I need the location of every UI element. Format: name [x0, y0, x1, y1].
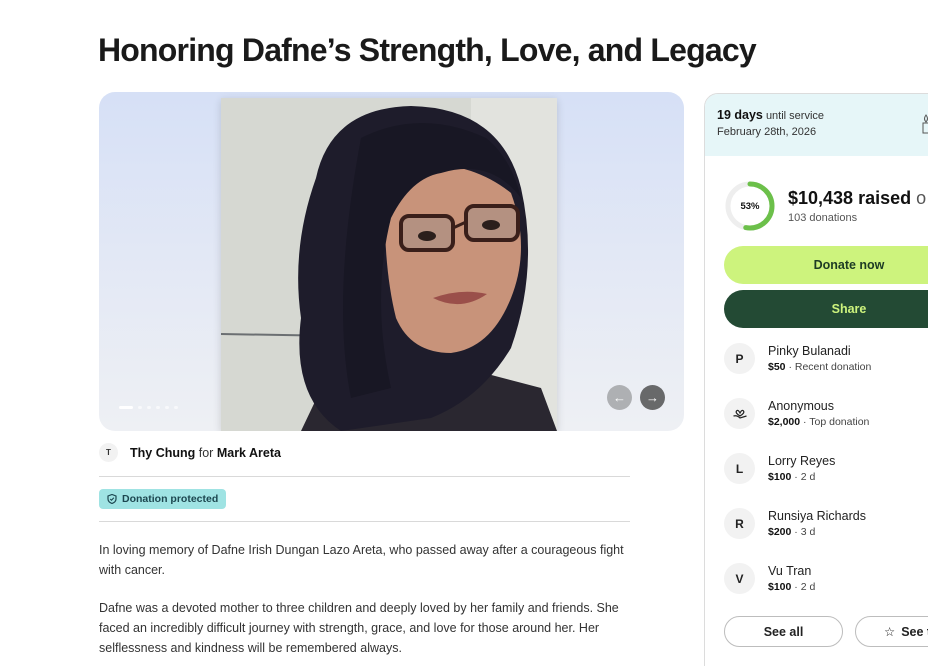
donor-amount: $100: [768, 581, 792, 593]
organizer-avatar[interactable]: T: [99, 443, 118, 462]
progress-ring: 53%: [724, 180, 776, 232]
story-text: In loving memory of Dafne Irish Dungan L…: [99, 540, 639, 666]
candle-icon: [922, 114, 928, 134]
donor-amount: $50: [768, 361, 786, 373]
donation-panel: 19 days until service February 28th, 202…: [704, 93, 928, 666]
story-paragraph: Dafne was a devoted mother to three chil…: [99, 601, 619, 655]
donor-item: P Pinky Bulanadi $50 · Recent donation: [724, 343, 871, 374]
donor-avatar: R: [724, 508, 755, 539]
donor-name: Pinky Bulanadi: [768, 344, 851, 358]
shield-icon: [107, 494, 117, 504]
divider: [99, 521, 630, 522]
see-top-button[interactable]: ☆ See t: [855, 616, 928, 647]
carousel-dot[interactable]: [147, 406, 151, 409]
heart-hand-icon: [732, 409, 747, 419]
arrow-right-icon: →: [646, 390, 659, 405]
carousel-next-button[interactable]: →: [640, 385, 665, 410]
photo-carousel[interactable]: ← →: [99, 92, 684, 431]
arrow-left-icon: ←: [613, 390, 626, 405]
service-days: 19 days: [717, 108, 763, 122]
donate-now-button[interactable]: Donate now: [724, 246, 928, 284]
carousel-prev-button[interactable]: ←: [607, 385, 632, 410]
badge-label: Donation protected: [122, 493, 219, 505]
donor-detail: · 3 d: [791, 526, 816, 538]
amount-raised: $10,438 raised o: [788, 188, 926, 209]
donations-count: 103 donations: [788, 212, 858, 224]
carousel-dot[interactable]: [156, 406, 160, 409]
carousel-dot[interactable]: [174, 406, 178, 409]
story-paragraph: In loving memory of Dafne Irish Dungan L…: [99, 543, 624, 577]
donation-protected-badge[interactable]: Donation protected: [99, 489, 227, 509]
donor-item: L Lorry Reyes $100 · 2 d: [724, 453, 835, 484]
raised-suffix: o: [916, 188, 927, 208]
star-icon: ☆: [884, 625, 896, 639]
donor-name: Lorry Reyes: [768, 454, 836, 468]
donor-item: Anonymous $2,000 · Top donation: [724, 398, 869, 429]
raised-value: $10,438 raised: [788, 188, 912, 208]
beneficiary-name[interactable]: Mark Areta: [217, 446, 281, 460]
service-countdown: 19 days until service February 28th, 202…: [705, 94, 928, 156]
progress-summary: 53% $10,438 raised o 103 donations: [724, 180, 926, 232]
organizer-line: T Thy Chung for Mark Areta: [99, 443, 281, 462]
carousel-dot[interactable]: [138, 406, 142, 409]
donor-amount: $200: [768, 526, 792, 538]
carousel-dots[interactable]: [119, 406, 178, 409]
service-until-label: until service: [765, 110, 825, 122]
donor-avatar: V: [724, 563, 755, 594]
donor-detail: · Top donation: [800, 416, 870, 428]
donor-avatar: L: [724, 453, 755, 484]
donor-avatar: [724, 398, 755, 429]
page-title: Honoring Dafne’s Strength, Love, and Leg…: [98, 32, 757, 68]
donor-amount: $2,000: [768, 416, 801, 428]
memorial-photo: [221, 98, 557, 431]
carousel-dot[interactable]: [119, 406, 133, 409]
donor-detail: · Recent donation: [785, 361, 872, 373]
donor-name: Runsiya Richards: [768, 509, 866, 523]
donor-item: V Vu Tran $100 · 2 d: [724, 563, 815, 594]
carousel-dot[interactable]: [165, 406, 169, 409]
see-all-button[interactable]: See all: [724, 616, 843, 647]
divider: [99, 476, 630, 477]
donor-item: R Runsiya Richards $200 · 3 d: [724, 508, 866, 539]
donor-avatar: P: [724, 343, 755, 374]
donor-name: Vu Tran: [768, 564, 812, 578]
share-button[interactable]: Share: [724, 290, 928, 328]
donor-detail: · 2 d: [791, 471, 816, 483]
progress-percent: 53%: [740, 200, 760, 212]
see-top-label: See t: [901, 624, 928, 639]
donor-name: Anonymous: [768, 399, 835, 413]
organizer-name[interactable]: Thy Chung: [130, 446, 195, 460]
service-date: February 28th, 2026: [717, 126, 817, 138]
donor-detail: · 2 d: [791, 581, 816, 593]
donor-amount: $100: [768, 471, 792, 483]
organizer-connector: for: [198, 445, 214, 460]
